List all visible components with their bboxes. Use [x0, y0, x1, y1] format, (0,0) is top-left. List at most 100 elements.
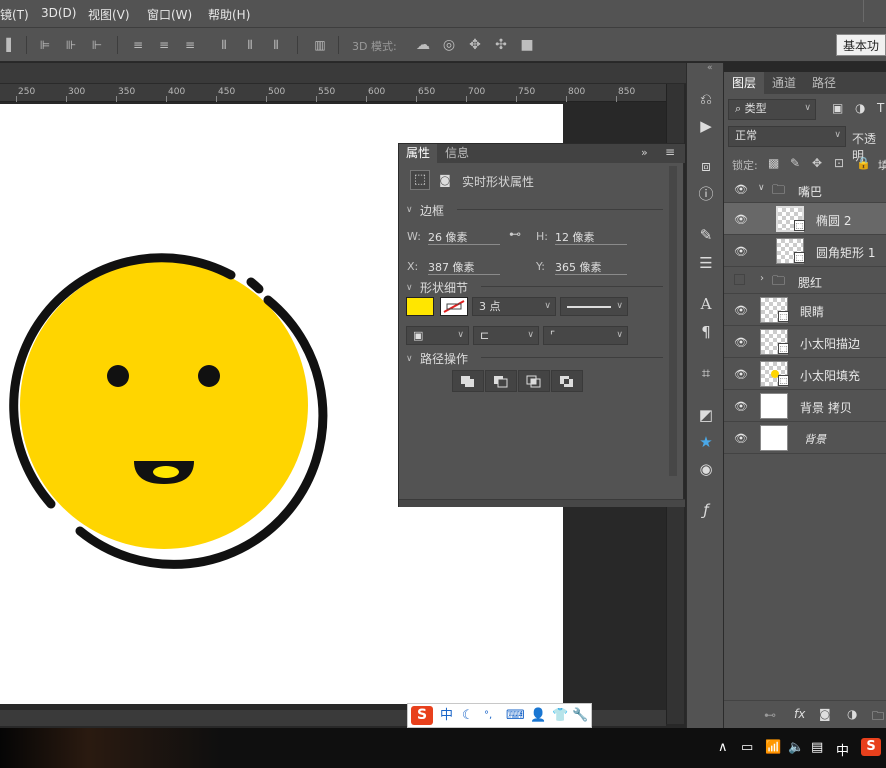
fx-icon[interactable]: fx — [794, 707, 805, 721]
visibility-eye-icon[interactable]: 👁 — [734, 432, 748, 445]
stroke-align-select[interactable]: ▣ ∨ — [406, 326, 469, 345]
distribute-right-icon[interactable]: ⦀ — [269, 38, 283, 52]
3d-orbit-icon[interactable]: ☁ — [416, 38, 430, 52]
punctuation-icon[interactable]: °, — [484, 708, 492, 724]
3d-pan-icon[interactable]: ✥ — [468, 38, 482, 52]
3d-icon[interactable]: ⧈ — [696, 156, 716, 176]
menu-window[interactable]: 窗口(W) — [147, 6, 192, 23]
intersect-shapes-button[interactable] — [518, 370, 550, 392]
tab-info[interactable]: 信息 — [438, 144, 476, 163]
lock-artboard-icon[interactable]: ⊡ — [834, 156, 844, 170]
new-group-icon[interactable]: 🗀 — [872, 707, 884, 728]
visibility-eye-icon[interactable]: 👁 — [734, 183, 748, 196]
distribute-left-icon[interactable]: ⦀ — [217, 38, 231, 52]
align-hcenter-icon[interactable]: ⊪ — [64, 38, 78, 52]
menu-filter[interactable]: 镜(T) — [0, 6, 29, 23]
shapes-star-icon[interactable]: ★ — [696, 432, 716, 452]
menu-3d[interactable]: 3D(D) — [41, 6, 76, 20]
keyboard-icon[interactable]: ⌨ — [506, 708, 525, 724]
auto-align-icon[interactable]: ▥ — [313, 38, 327, 52]
stroke-corner-select[interactable]: ⌜ ∨ — [543, 326, 628, 345]
tab-properties[interactable]: 属性 — [399, 144, 438, 163]
width-field[interactable]: 26 像素 — [428, 229, 500, 245]
stroke-width-select[interactable]: 3 点 ∨ — [472, 297, 556, 316]
filter-type-icon[interactable]: T — [877, 101, 884, 115]
visibility-eye-icon[interactable]: 👁 — [734, 245, 748, 258]
combine-shapes-button[interactable] — [452, 370, 484, 392]
panel-menu-icon[interactable]: ≡ — [665, 145, 675, 159]
lock-transparency-icon[interactable]: ▩ — [768, 156, 779, 170]
actions-play-icon[interactable]: ▶ — [696, 116, 716, 136]
action-center-icon[interactable]: ▤ — [811, 740, 823, 755]
height-field[interactable]: 12 像素 — [555, 229, 627, 245]
user-icon[interactable]: 👤 — [530, 708, 546, 724]
align-left-icon[interactable]: ⊫ — [38, 38, 52, 52]
3d-slide-icon[interactable]: ✣ — [494, 38, 508, 52]
tray-device-icon[interactable]: ▭ — [741, 740, 753, 755]
lock-all-icon[interactable]: 🔒 — [856, 156, 871, 170]
align-icon[interactable]: ▌ — [4, 38, 18, 52]
layer-row-background-copy[interactable]: 👁 背景 拷贝 — [724, 390, 886, 422]
skin-shirt-icon[interactable]: 👕 — [552, 708, 568, 724]
align-right-icon[interactable]: ⊩ — [90, 38, 104, 52]
input-language[interactable]: 中 — [836, 740, 849, 759]
visibility-off-box[interactable] — [734, 274, 745, 285]
chevron-right-icon[interactable]: › — [760, 273, 764, 284]
distribute-bottom-icon[interactable]: ≡ — [183, 38, 197, 52]
layer-row-sun-stroke[interactable]: 👁 ⬚ 小太阳描边 — [724, 326, 886, 358]
layer-row-background[interactable]: 👁 背景 — [724, 422, 886, 454]
visibility-eye-icon[interactable]: 👁 — [734, 336, 748, 349]
distribute-vcenter-icon[interactable]: ≡ — [157, 38, 171, 52]
resize-handle[interactable] — [399, 499, 685, 507]
link-icon[interactable]: ⊷ — [509, 227, 521, 241]
lock-position-icon[interactable]: ✥ — [812, 156, 822, 170]
libraries-icon[interactable]: ◉ — [696, 459, 716, 479]
collapse-icon[interactable]: « — [707, 63, 713, 73]
layer-row-blush-group[interactable]: › 🗀 腮红 — [724, 267, 886, 294]
font-icon[interactable]: ƒ — [696, 500, 716, 520]
volume-icon[interactable]: 🔈 — [788, 740, 804, 755]
layer-row-rounded-rect-1[interactable]: 👁 ⬚ 圆角矩形 1 — [724, 235, 886, 267]
tray-expand-icon[interactable]: ∧ — [718, 740, 728, 755]
layer-row-ellipse-2[interactable]: 👁 ⬚ 椭圆 2 — [724, 203, 886, 235]
fill-swatch[interactable] — [406, 297, 434, 316]
adjustments-icon[interactable]: ☰ — [696, 253, 716, 273]
add-mask-icon[interactable]: ◙ — [819, 707, 831, 721]
glyphs-icon[interactable]: ⌗ — [696, 363, 716, 383]
3d-roll-icon[interactable]: ◎ — [442, 38, 456, 52]
visibility-eye-icon[interactable]: 👁 — [734, 368, 748, 381]
collapse-icon[interactable]: » — [641, 146, 648, 159]
visibility-eye-icon[interactable]: 👁 — [734, 304, 748, 317]
link-layers-icon[interactable]: ⊷ — [764, 708, 776, 722]
chinese-mode-icon[interactable]: 中 — [440, 708, 453, 724]
3d-scale-icon[interactable]: ■ — [520, 38, 534, 52]
filter-adjustment-icon[interactable]: ◑ — [855, 101, 865, 115]
subtract-shapes-button[interactable] — [485, 370, 517, 392]
exclude-shapes-button[interactable] — [551, 370, 583, 392]
history-icon[interactable]: ⎌ — [696, 89, 716, 109]
brush-icon[interactable]: ✎ — [696, 225, 716, 245]
paragraph-icon[interactable]: ¶ — [696, 322, 716, 342]
info-icon[interactable]: ⓘ — [696, 184, 716, 204]
y-field[interactable]: 365 像素 — [555, 259, 627, 275]
chevron-down-icon[interactable]: ∨ — [758, 183, 765, 193]
tab-layers[interactable]: 图层 — [724, 72, 765, 94]
adjustment-layer-icon[interactable]: ◑ — [847, 707, 857, 721]
workspace-selector[interactable]: 基本功 — [836, 34, 886, 56]
character-icon[interactable]: A — [696, 294, 716, 314]
filter-pixel-icon[interactable]: ▣ — [832, 101, 843, 115]
layer-row-eyes[interactable]: 👁 ⬚ 眼睛 — [724, 294, 886, 326]
tab-channels[interactable]: 通道 — [764, 72, 804, 94]
tools-wrench-icon[interactable]: 🔧 — [572, 708, 588, 724]
lock-pixels-icon[interactable]: ✎ — [790, 156, 800, 170]
stroke-type-select[interactable]: ∨ — [560, 297, 628, 316]
sogou-tray-icon[interactable]: S — [861, 738, 881, 756]
sogou-logo-icon[interactable]: S — [411, 706, 433, 725]
layer-row-sun-fill[interactable]: 👁 ⬚ 小太阳填充 — [724, 358, 886, 390]
menu-view[interactable]: 视图(V) — [88, 6, 130, 23]
chevron-down-icon[interactable]: ∨ — [406, 283, 413, 293]
x-field[interactable]: 387 像素 — [428, 259, 500, 275]
distribute-hcenter-icon[interactable]: ⦀ — [243, 38, 257, 52]
visibility-eye-icon[interactable]: 👁 — [734, 213, 748, 226]
network-icon[interactable]: 📶 — [765, 740, 781, 755]
